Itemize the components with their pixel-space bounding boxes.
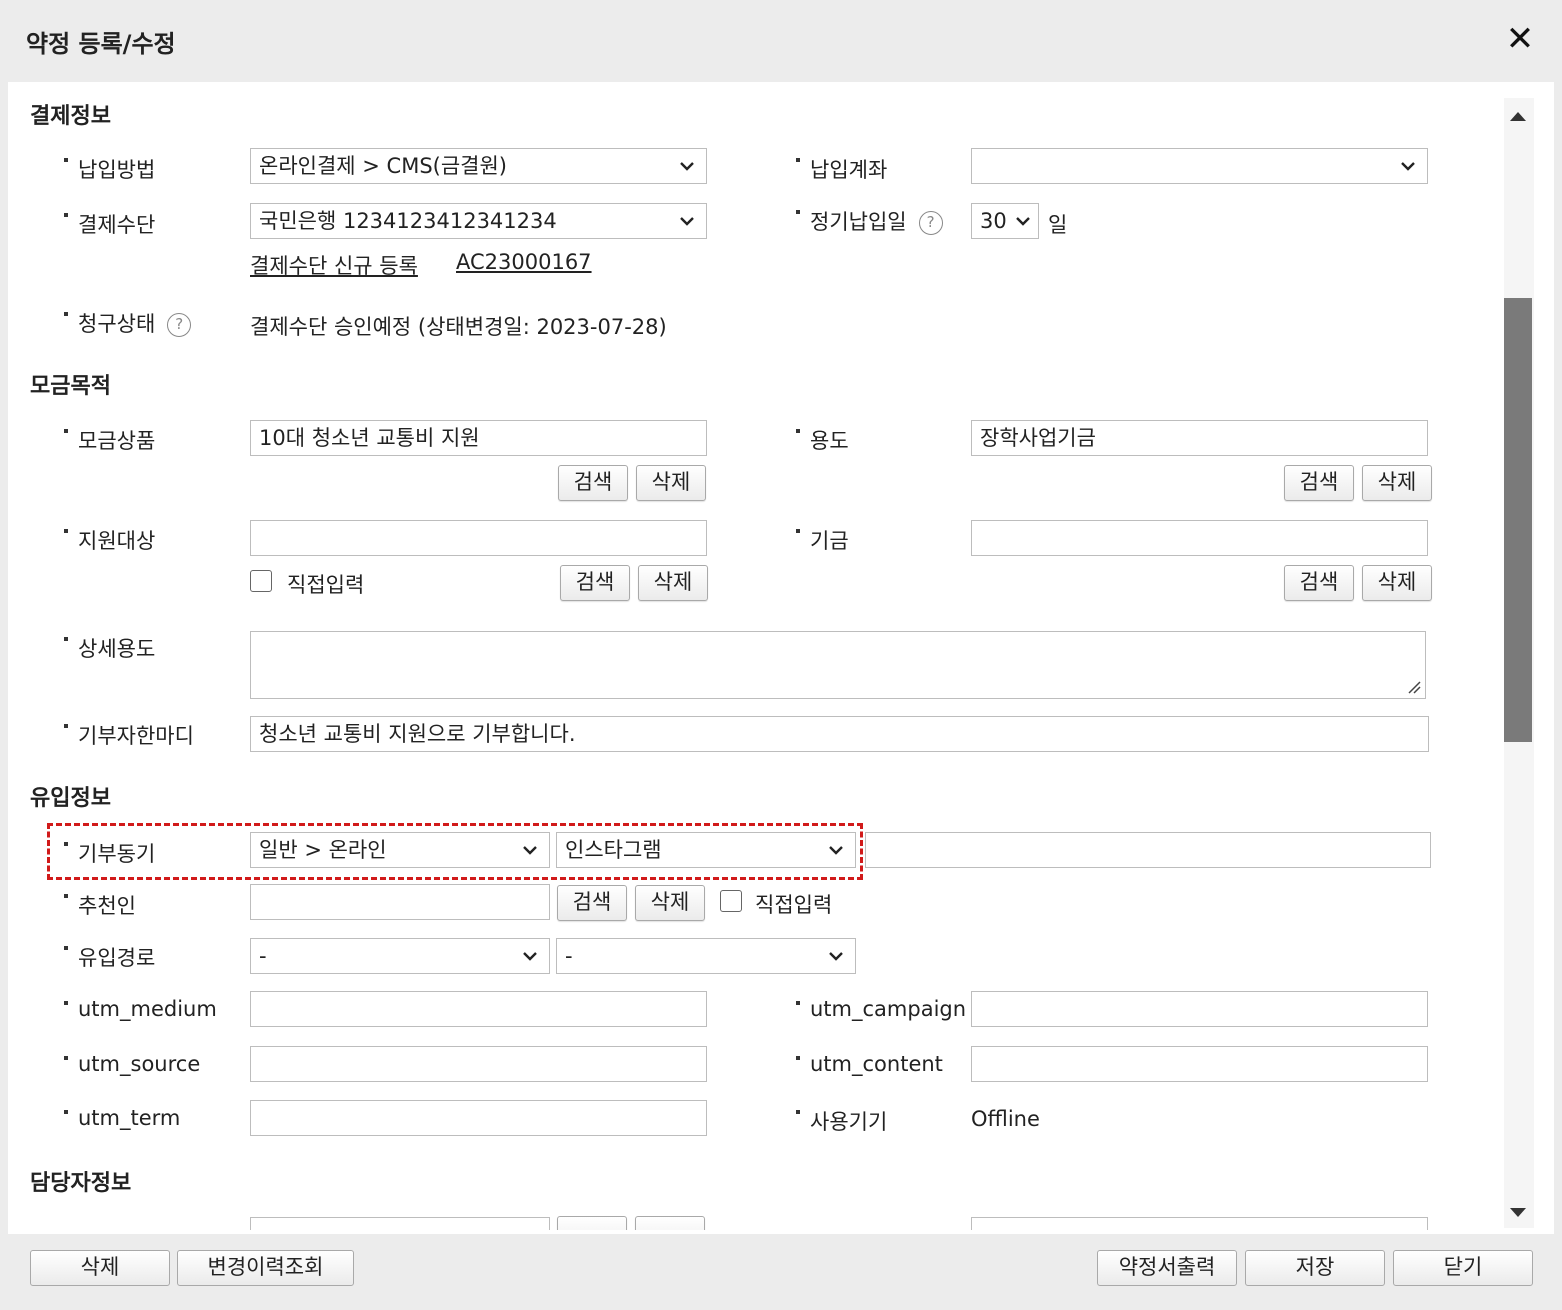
target-input[interactable]	[250, 520, 707, 556]
payment-means-code-link[interactable]: AC23000167	[456, 250, 592, 274]
label-motive: 기부동기	[64, 838, 155, 868]
chevron-down-icon	[1401, 162, 1415, 171]
motive-category-select[interactable]: 일반 > 온라인	[250, 832, 550, 868]
close-button[interactable]: 닫기	[1393, 1250, 1533, 1286]
label-utm-campaign: utm_campaign	[796, 997, 966, 1021]
referrer-input[interactable]	[250, 884, 550, 920]
label-payment-method: 납입방법	[64, 154, 155, 184]
label-detail-usage: 상세용도	[64, 633, 155, 663]
utm-campaign-input[interactable]	[971, 991, 1428, 1027]
dialog-body: 결제정보 납입방법 온라인결제 > CMS(금결원) 납입계좌 결제수단 국민은…	[8, 82, 1554, 1234]
payment-account-select[interactable]	[971, 148, 1428, 184]
fund-delete-button[interactable]: 삭제	[1362, 565, 1432, 601]
label-usage: 용도	[796, 425, 849, 455]
new-payment-means-link[interactable]: 결제수단 신규 등록	[250, 250, 418, 280]
payment-method-select[interactable]: 온라인결제 > CMS(금결원)	[250, 148, 707, 184]
day-unit: 일	[1048, 213, 1068, 237]
target-direct-input-checkbox[interactable]	[250, 570, 272, 592]
delete-button[interactable]: 삭제	[30, 1250, 170, 1286]
help-icon[interactable]: ?	[167, 313, 192, 337]
target-search-button[interactable]: 검색	[560, 565, 630, 601]
utm-content-input[interactable]	[971, 1046, 1428, 1082]
chevron-down-icon	[829, 952, 843, 961]
manager-delete-button-partial[interactable]	[635, 1216, 705, 1230]
manager-input-2-partial[interactable]	[971, 1217, 1428, 1230]
chevron-down-icon	[829, 846, 843, 855]
save-button[interactable]: 저장	[1245, 1250, 1385, 1286]
target-delete-button[interactable]: 삭제	[638, 565, 708, 601]
section-title-purpose: 모금목적	[30, 374, 111, 399]
fund-search-button[interactable]: 검색	[1284, 565, 1354, 601]
product-delete-button[interactable]: 삭제	[636, 465, 706, 501]
change-history-button[interactable]: 변경이력조회	[177, 1250, 354, 1286]
referrer-delete-button[interactable]: 삭제	[635, 885, 705, 921]
route-select-1[interactable]: -	[250, 938, 550, 974]
scrollbar-thumb[interactable]	[1504, 298, 1532, 742]
scroll-down-icon[interactable]	[1510, 1208, 1526, 1217]
section-title-payment: 결제정보	[30, 104, 111, 129]
payment-means-select[interactable]: 국민은행 1234123412341234	[250, 203, 707, 239]
help-icon[interactable]: ?	[918, 211, 943, 235]
close-icon[interactable]: ✕	[1502, 16, 1538, 62]
regular-day-select[interactable]: 30	[971, 203, 1039, 239]
label-payment-account: 납입계좌	[796, 154, 887, 184]
detail-usage-textarea[interactable]	[250, 631, 1426, 699]
motive-text-input[interactable]	[865, 832, 1431, 868]
donor-message-input[interactable]: 청소년 교통비 지원으로 기부합니다.	[250, 716, 1429, 752]
utm-medium-input[interactable]	[250, 991, 707, 1027]
usage-search-button[interactable]: 검색	[1284, 465, 1354, 501]
section-title-manager: 담당자정보	[30, 1171, 132, 1196]
route-select-2[interactable]: -	[556, 938, 856, 974]
form-content: 결제정보 납입방법 온라인결제 > CMS(금결원) 납입계좌 결제수단 국민은…	[8, 82, 1498, 1230]
dialog-titlebar: 약정 등록/수정 ✕	[0, 0, 1562, 82]
label-utm-source: utm_source	[64, 1052, 200, 1076]
label-utm-term: utm_term	[64, 1106, 180, 1130]
chevron-down-icon	[680, 162, 694, 171]
label-donor-message: 기부자한마디	[64, 720, 194, 750]
product-search-button[interactable]: 검색	[558, 465, 628, 501]
fund-input[interactable]	[971, 520, 1428, 556]
label-regular-day: 정기납입일?	[796, 206, 943, 236]
target-direct-input-label: 직접입력	[287, 573, 365, 597]
product-input[interactable]: 10대 청소년 교통비 지원	[250, 420, 707, 456]
label-referrer: 추천인	[64, 890, 136, 920]
utm-source-input[interactable]	[250, 1046, 707, 1082]
print-agreement-button[interactable]: 약정서출력	[1097, 1250, 1237, 1286]
utm-term-input[interactable]	[250, 1100, 707, 1136]
scroll-up-icon[interactable]	[1510, 112, 1526, 121]
resize-grip-icon[interactable]	[1407, 680, 1421, 694]
dialog-footer: 삭제 변경이력조회 약정서출력 저장 닫기	[0, 1234, 1562, 1310]
referrer-direct-input-label: 직접입력	[755, 893, 833, 917]
chevron-down-icon	[523, 846, 537, 855]
label-device: 사용기기	[796, 1106, 887, 1136]
chevron-down-icon	[1016, 217, 1030, 226]
device-value: Offline	[971, 1107, 1040, 1131]
referrer-search-button[interactable]: 검색	[557, 885, 627, 921]
manager-search-button-partial[interactable]	[557, 1216, 627, 1230]
motive-detail-select[interactable]: 인스타그램	[556, 832, 856, 868]
label-utm-medium: utm_medium	[64, 997, 217, 1021]
chevron-down-icon	[523, 952, 537, 961]
section-title-inflow: 유입정보	[30, 786, 111, 811]
label-product: 모금상품	[64, 425, 155, 455]
label-payment-means: 결제수단	[64, 209, 155, 239]
label-billing-status: 청구상태?	[64, 308, 192, 338]
label-utm-content: utm_content	[796, 1052, 943, 1076]
label-target: 지원대상	[64, 525, 155, 555]
usage-delete-button[interactable]: 삭제	[1362, 465, 1432, 501]
manager-input-partial[interactable]	[250, 1217, 550, 1230]
dialog-title: 약정 등록/수정	[26, 30, 176, 58]
label-fund: 기금	[796, 525, 849, 555]
usage-input[interactable]: 장학사업기금	[971, 420, 1428, 456]
billing-status-value: 결제수단 승인예정 (상태변경일: 2023-07-28)	[250, 315, 667, 339]
label-route: 유입경로	[64, 942, 155, 972]
referrer-direct-input-checkbox[interactable]	[720, 890, 742, 912]
chevron-down-icon	[680, 217, 694, 226]
